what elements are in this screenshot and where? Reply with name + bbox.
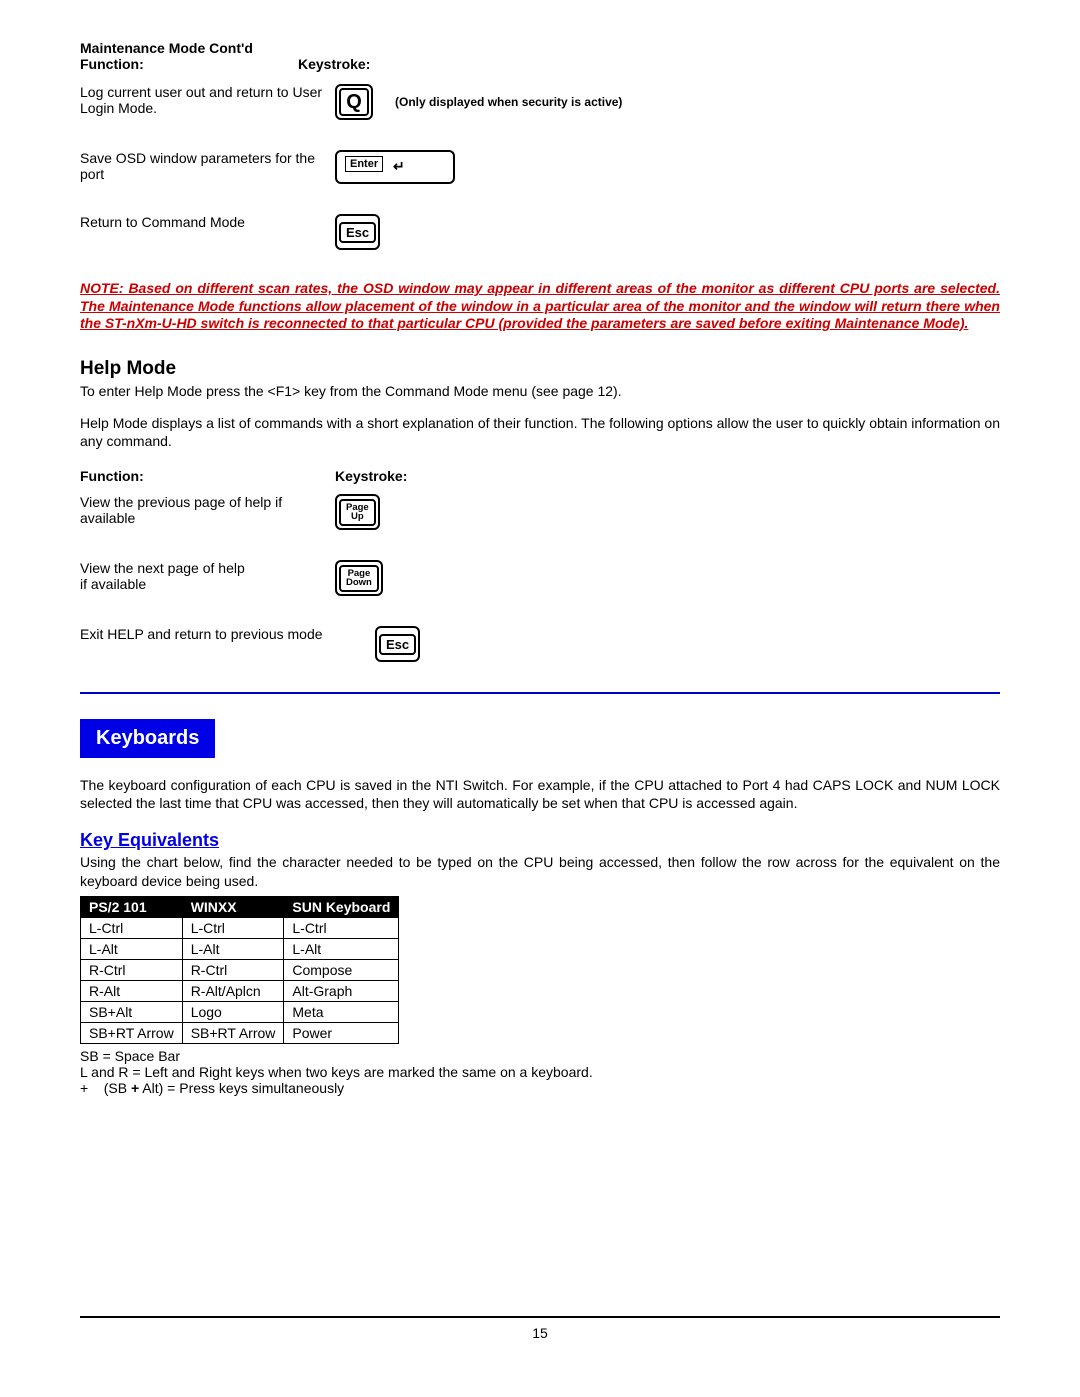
security-note: (Only displayed when security is active) xyxy=(395,95,622,109)
help-p2: Help Mode displays a list of commands wi… xyxy=(80,414,1000,450)
col-keystroke: Keystroke: xyxy=(298,56,370,72)
key-q-icon: Q xyxy=(335,84,373,120)
help-row: View the next page of help if available … xyxy=(80,560,1000,596)
col-function: Function: xyxy=(80,56,298,72)
function-text: Return to Command Mode xyxy=(80,214,335,230)
help-row: View the previous page of help if availa… xyxy=(80,494,1000,530)
key-esc-icon: Esc xyxy=(335,214,380,250)
function-text: View the previous page of help if availa… xyxy=(80,494,335,526)
key-equivalents-table: PS/2 101 WINXX SUN Keyboard L-CtrlL-Ctrl… xyxy=(80,896,399,1044)
table-row: L-CtrlL-CtrlL-Ctrl xyxy=(81,917,399,938)
function-text: Exit HELP and return to previous mode xyxy=(80,626,375,642)
legend-2: L and R = Left and Right keys when two k… xyxy=(80,1064,1000,1080)
table-row: R-AltR-Alt/AplcnAlt-Graph xyxy=(81,980,399,1001)
kbd-p2: Using the chart below, find the characte… xyxy=(80,853,1000,889)
table-header-row: PS/2 101 WINXX SUN Keyboard xyxy=(81,896,399,917)
col-sun: SUN Keyboard xyxy=(284,896,399,917)
col-keystroke: Keystroke: xyxy=(335,468,407,484)
function-text: View the next page of help if available xyxy=(80,560,335,592)
help-title: Help Mode xyxy=(80,358,1000,380)
key-esc-icon: Esc xyxy=(375,626,420,662)
return-arrow-icon: ↵ xyxy=(393,158,405,175)
col-ps2: PS/2 101 xyxy=(81,896,183,917)
table-row: SB+AltLogoMeta xyxy=(81,1001,399,1022)
help-p1: To enter Help Mode press the <F1> key fr… xyxy=(80,382,1000,400)
key-pagedown-icon: Page Down xyxy=(335,560,383,596)
divider xyxy=(80,692,1000,694)
page-number: 15 xyxy=(80,1325,1000,1341)
col-winxx: WINXX xyxy=(182,896,284,917)
footer-rule xyxy=(80,1316,1000,1318)
legend-1: SB = Space Bar xyxy=(80,1048,1000,1064)
table-row: R-CtrlR-CtrlCompose xyxy=(81,959,399,980)
legend-3: + (SB + Alt) = Press keys simultaneously xyxy=(80,1080,1000,1096)
keyboards-banner: Keyboards xyxy=(80,719,215,758)
note-text: NOTE: Based on different scan rates, the… xyxy=(80,280,1000,333)
kbd-p1: The keyboard configuration of each CPU i… xyxy=(80,776,1000,812)
maint-row: Save OSD window parameters for the port … xyxy=(80,150,1000,184)
maint-header: Maintenance Mode Cont'd Function: Keystr… xyxy=(80,40,1000,72)
table-row: SB+RT ArrowSB+RT ArrowPower xyxy=(81,1022,399,1043)
key-equivalents-heading: Key Equivalents xyxy=(80,830,1000,851)
function-text: Log current user out and return to User … xyxy=(80,84,335,116)
key-enter-icon: Enter ↵ xyxy=(335,150,455,184)
table-row: L-AltL-AltL-Alt xyxy=(81,938,399,959)
maint-row: Log current user out and return to User … xyxy=(80,84,1000,120)
col-function: Function: xyxy=(80,468,335,484)
function-text: Save OSD window parameters for the port xyxy=(80,150,335,182)
help-row: Exit HELP and return to previous mode Es… xyxy=(80,626,1000,662)
maint-row: Return to Command Mode Esc xyxy=(80,214,1000,250)
key-pageup-icon: Page Up xyxy=(335,494,380,530)
maint-title: Maintenance Mode Cont'd xyxy=(80,40,1000,56)
